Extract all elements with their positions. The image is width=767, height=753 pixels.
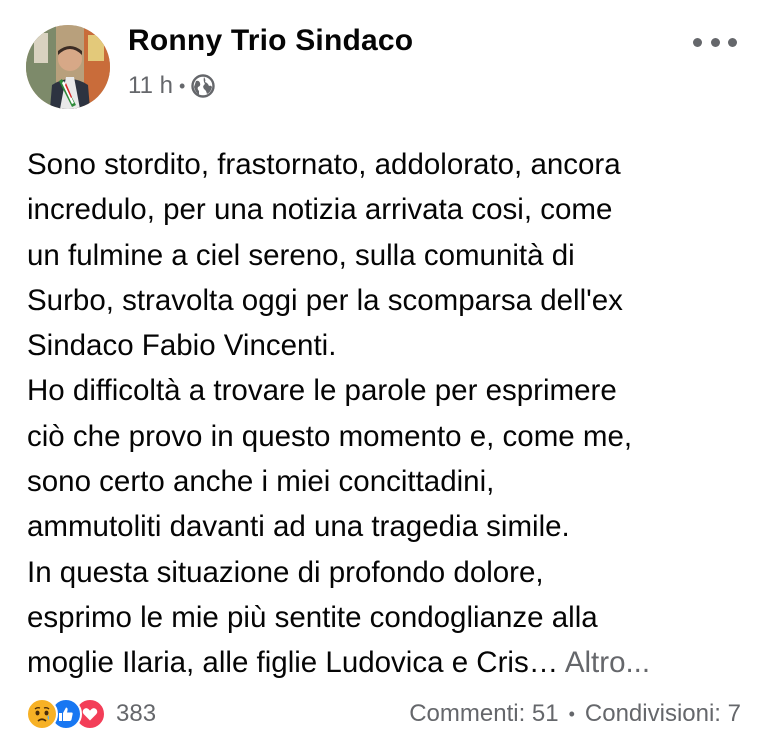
globe-icon[interactable]	[191, 74, 215, 98]
more-dot	[710, 37, 720, 47]
facebook-post: Ronny Trio Sindaco 11 h • Sono stordito,…	[0, 0, 767, 753]
post-body: Sono stordito, frastornato, addolorato, …	[27, 142, 747, 686]
post-body-line: sono certo anche i miei concittadini,	[27, 465, 495, 499]
more-dot	[693, 37, 702, 47]
post-body-line: Sindaco Fabio Vincenti.	[27, 329, 337, 363]
post-stats: Commenti: 51 • Condivisioni: 7	[409, 700, 741, 728]
post-body-line: Sono stordito, frastornato, addolorato, …	[27, 148, 621, 181]
sad-reaction-icon	[26, 698, 58, 730]
comments-count[interactable]: Commenti: 51	[409, 700, 558, 728]
post-body-line: un fulmine a ciel sereno, sulla comunità…	[27, 238, 575, 272]
author-name[interactable]: Ronny Trio Sindaco	[128, 24, 413, 58]
reactions-count[interactable]: 383	[116, 700, 156, 728]
post-body-line: ammutoliti davanti ad una tragedia simil…	[27, 510, 570, 544]
post-body-line: moglie Ilaria, alle figlie Ludovica e Cr…	[27, 646, 559, 680]
post-body-line: esprimo le mie più sentite condoglianze …	[27, 600, 598, 634]
reactions-summary[interactable]: 383	[26, 698, 156, 730]
shares-count[interactable]: Condivisioni: 7	[585, 700, 741, 728]
stats-separator: •	[568, 703, 575, 724]
post-body-line: incredulo, per una notizia arrivata cosi…	[27, 193, 613, 227]
avatar-photo	[26, 25, 110, 109]
post-footer: 383 Commenti: 51 • Condivisioni: 7	[0, 690, 767, 740]
post-body-line: Surbo, stravolta oggi per la scomparsa d…	[27, 283, 623, 317]
post-meta: 11 h •	[128, 72, 215, 100]
more-dot	[728, 37, 737, 47]
post-body-line: ciò che provo in questo momento e, come …	[27, 419, 633, 453]
more-options-icon[interactable]	[693, 30, 737, 54]
post-time[interactable]: 11 h	[128, 72, 173, 100]
post-body-line: In questa situazione di profondo dolore,	[27, 555, 544, 589]
post-body-line: Ho difficoltà a trovare le parole per es…	[27, 374, 617, 408]
post-body-last-line: moglie Ilaria, alle figlie Ludovica e Cr…	[27, 640, 747, 685]
see-more-link[interactable]: Altro...	[565, 646, 650, 679]
avatar[interactable]	[26, 25, 110, 109]
meta-separator: •	[178, 76, 186, 96]
